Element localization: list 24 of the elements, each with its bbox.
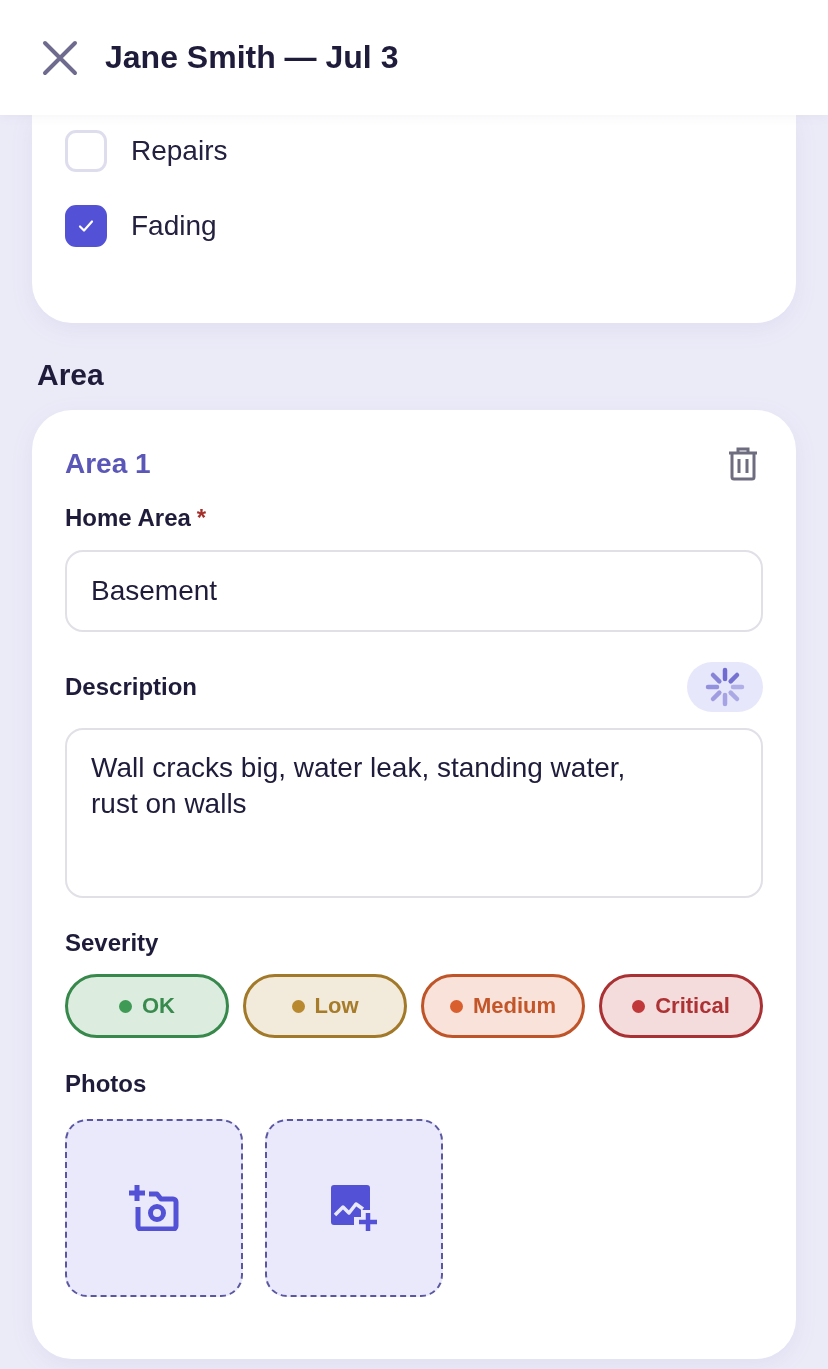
severity-option[interactable]: Critical [599,974,763,1038]
delete-button[interactable] [728,447,758,481]
spinner-icon [705,667,745,707]
field-label: Description [65,672,198,702]
add-image-icon [331,1185,377,1231]
field-label: Severity [65,928,159,958]
description-field[interactable]: Wall cracks big, water leak, standing water, rust on walls [65,728,763,898]
field-label: Photos [65,1069,147,1099]
home-area-field[interactable]: Basement [65,550,763,632]
area-title: Area 1 [65,447,151,481]
add-camera-icon [129,1185,179,1231]
severity-option[interactable]: OK [65,974,229,1038]
take-photo-button[interactable] [65,1119,243,1297]
severity-option[interactable]: Medium [421,974,585,1038]
field-label: Home Area [65,503,191,533]
add-image-button[interactable] [265,1119,443,1297]
checkbox-label: Fading [131,210,217,242]
severity-option[interactable]: Low [243,974,407,1038]
required-mark: * [196,503,207,533]
checkbox[interactable] [65,205,107,247]
page-title: Jane Smith — Jul 3 [105,39,399,76]
checkbox-label: Repairs [131,135,228,167]
loading-button[interactable] [687,662,763,712]
section-heading: Area [37,358,104,392]
